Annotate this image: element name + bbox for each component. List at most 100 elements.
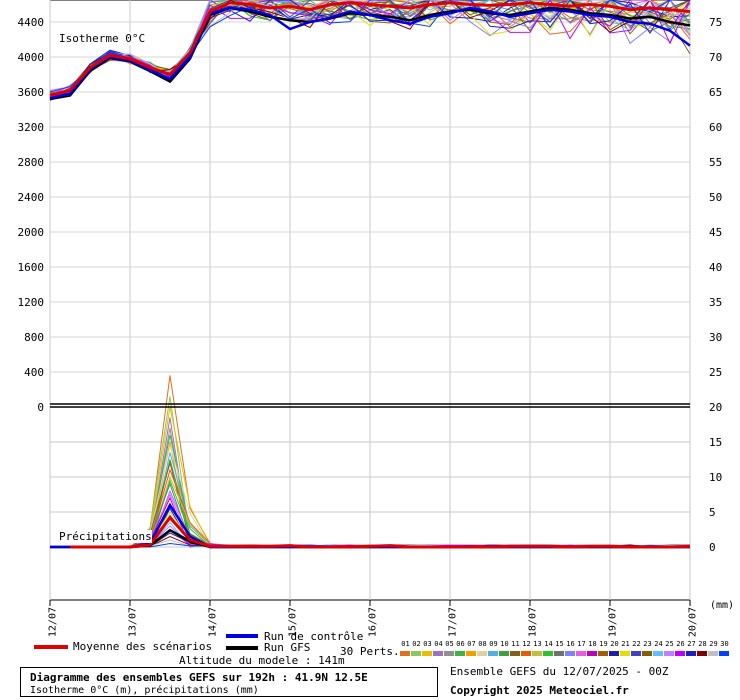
member-legend-item: 28: [697, 640, 708, 656]
x-tick-label: 17/07: [447, 607, 458, 637]
right-tick-label: 25: [709, 366, 722, 379]
right-tick-label: 75: [709, 16, 722, 29]
member-legend-swatch: [499, 651, 509, 656]
member-legend-swatch: [477, 651, 487, 656]
ensemble-info: Ensemble GEFS du 12/07/2025 - 00Z: [450, 665, 669, 678]
isotherm-panel-label: Isotherme 0°C: [59, 32, 146, 45]
member-legend-number: 17: [577, 640, 586, 648]
right-tick-label: 50: [709, 191, 722, 204]
member-legend-swatch: [466, 651, 476, 656]
chart-subtitle: Isotherme 0°C (m), précipitations (mm): [30, 685, 259, 696]
member-legend-number: 24: [654, 640, 663, 648]
member-legend-item: 19: [598, 640, 609, 656]
member-legend-item: 09: [488, 640, 499, 656]
member-legend-swatch: [543, 651, 553, 656]
member-legend-item: 03: [422, 640, 433, 656]
right-tick-label: 30: [709, 331, 722, 344]
member-legend-number: 28: [698, 640, 707, 648]
member-legend-swatch: [433, 651, 443, 656]
perts-label: 30 Perts.: [340, 645, 400, 658]
member-legend-swatch: [565, 651, 575, 656]
member-legend-swatch: [598, 651, 608, 656]
member-legend-item: 27: [686, 640, 697, 656]
right-tick-label: 40: [709, 261, 722, 274]
member-legend-number: 14: [544, 640, 553, 648]
member-legend-swatch: [510, 651, 520, 656]
member-legend-swatch: [554, 651, 564, 656]
left-tick-label: 400: [24, 366, 44, 379]
member-legend-swatch: [576, 651, 586, 656]
member-legend-swatch: [664, 651, 674, 656]
member-legend-number: 26: [676, 640, 685, 648]
member-legend-item: 24: [653, 640, 664, 656]
right-tick-label: 10: [709, 471, 722, 484]
member-legend-item: 25: [664, 640, 675, 656]
member-legend-number: 13: [533, 640, 542, 648]
right-tick-label: 45: [709, 226, 722, 239]
member-legend-item: 16: [565, 640, 576, 656]
right-tick-label: 15: [709, 436, 722, 449]
member-legend-number: 06: [456, 640, 465, 648]
member-legend-number: 20: [610, 640, 619, 648]
member-legend-number: 08: [478, 640, 487, 648]
left-tick-label: 2000: [18, 226, 45, 239]
right-tick-label: 5: [709, 506, 716, 519]
right-tick-label: 65: [709, 86, 722, 99]
gfs-legend-swatch: [226, 646, 258, 650]
x-tick-label: 18/07: [527, 607, 538, 637]
right-tick-label: 20: [709, 401, 722, 414]
left-tick-label: 3200: [18, 121, 45, 134]
member-legend-item: 12: [521, 640, 532, 656]
member-legend-number: 15: [555, 640, 564, 648]
member-legend-swatch: [686, 651, 696, 656]
member-legend-swatch: [697, 651, 707, 656]
member-legend-swatch: [422, 651, 432, 656]
chart-title: Diagramme des ensembles GEFS sur 192h : …: [30, 671, 368, 684]
member-legend-number: 25: [665, 640, 674, 648]
member-legend-number: 30: [720, 640, 729, 648]
member-legend-number: 11: [511, 640, 520, 648]
member-legend-swatch: [444, 651, 454, 656]
member-legend-number: 02: [412, 640, 421, 648]
member-legend-item: 05: [444, 640, 455, 656]
member-legend-number: 23: [643, 640, 652, 648]
member-legend-item: 04: [433, 640, 444, 656]
member-legend-item: 29: [708, 640, 719, 656]
member-legend-item: 22: [631, 640, 642, 656]
gfs-legend-label: Run GFS: [264, 641, 311, 654]
member-legend-swatch: [675, 651, 685, 656]
member-legend-swatch: [653, 651, 663, 656]
member-legend-swatch: [587, 651, 597, 656]
member-legend-item: 02: [411, 640, 422, 656]
member-legend-number: 21: [621, 640, 630, 648]
member-legend-swatch: [719, 651, 729, 656]
mean-legend-label: Moyenne des scénarios: [73, 640, 213, 653]
copyright: Copyright 2025 Meteociel.fr: [450, 684, 629, 697]
member-legend-number: 09: [489, 640, 498, 648]
member-legend-number: 18: [588, 640, 597, 648]
member-legend-number: 12: [522, 640, 531, 648]
member-legend-item: 23: [642, 640, 653, 656]
member-legend-number: 29: [709, 640, 718, 648]
ensemble-chart: 12/07 13/07 14/07 15/07 16/07 17/07 18/07 19/07…: [18, 0, 722, 637]
member-legend-swatch: [455, 651, 465, 656]
member-legend-number: 10: [500, 640, 509, 648]
x-tick-label: 12/07: [47, 607, 58, 637]
x-tick-label: 16/07: [367, 607, 378, 637]
member-legend-number: 01: [401, 640, 410, 648]
member-legend-item: 21: [620, 640, 631, 656]
member-legend-number: 16: [566, 640, 575, 648]
member-legend-item: 14: [543, 640, 554, 656]
member-legend-item: 13: [532, 640, 543, 656]
right-tick-label: 55: [709, 156, 722, 169]
x-tick-label: 19/07: [607, 607, 618, 637]
chart-grid: [49, 0, 691, 601]
member-legend-item: 07: [466, 640, 477, 656]
member-legend-number: 04: [434, 640, 443, 648]
title-box: Diagramme des ensembles GEFS sur 192h : …: [20, 667, 438, 697]
left-tick-label: 1200: [18, 296, 45, 309]
left-tick-label: 1600: [18, 261, 45, 274]
right-tick-label: 70: [709, 51, 722, 64]
member-legend-swatch: [521, 651, 531, 656]
left-tick-label: 4000: [18, 51, 45, 64]
